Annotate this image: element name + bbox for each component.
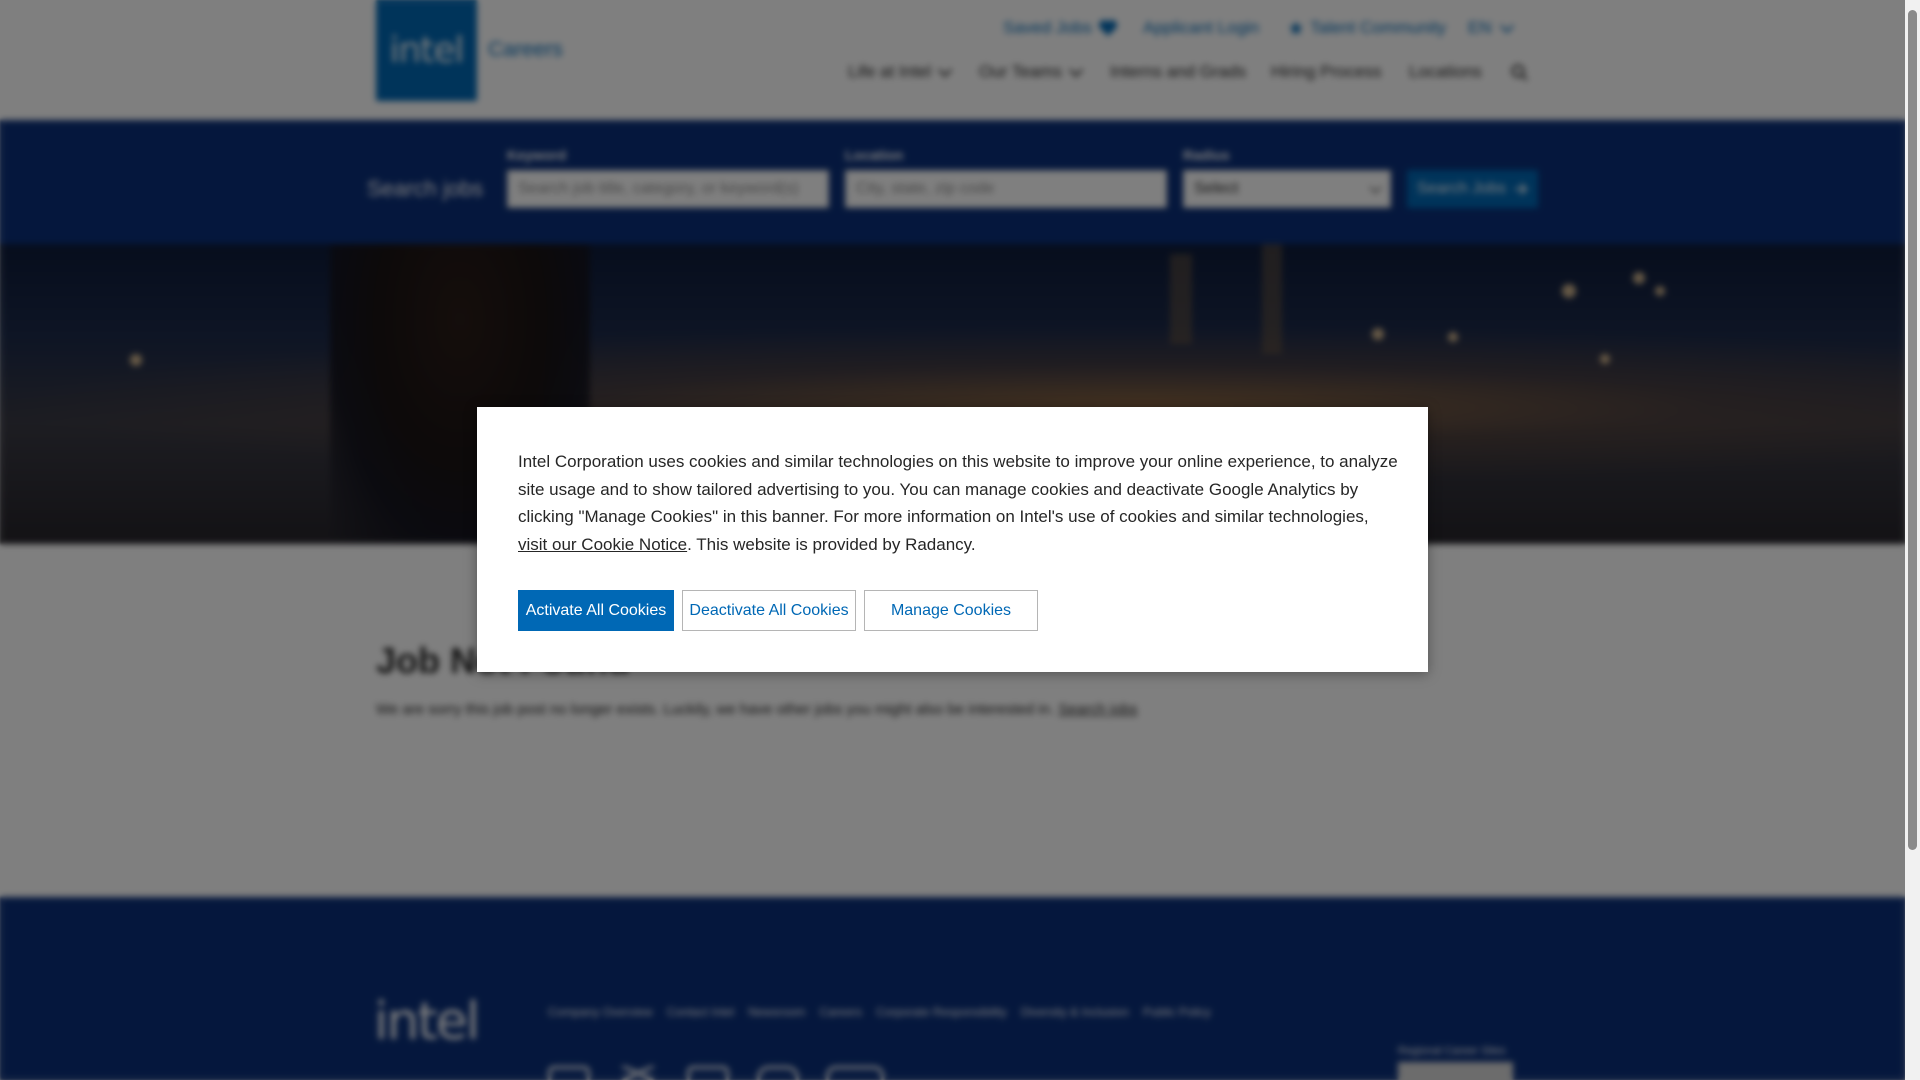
deactivate-all-cookies-button[interactable]: Deactivate All Cookies — [682, 590, 856, 631]
cookie-banner: Intel Corporation uses cookies and simil… — [477, 407, 1428, 672]
activate-all-cookies-button[interactable]: Activate All Cookies — [518, 590, 674, 631]
cookie-notice-link[interactable]: visit our Cookie Notice — [518, 535, 687, 554]
manage-cookies-button[interactable]: Manage Cookies — [864, 590, 1038, 631]
page: intel Careers Saved Jobs Applicant Login… — [0, 0, 1905, 1080]
cookie-banner-text: Intel Corporation uses cookies and simil… — [518, 448, 1398, 558]
scrollbar-thumb[interactable] — [1908, 10, 1917, 850]
cookie-text-end: . This website is provided by Radancy. — [687, 534, 976, 554]
cookie-text: Intel Corporation uses cookies and simil… — [518, 452, 1398, 526]
scrollbar[interactable] — [1905, 0, 1920, 1080]
